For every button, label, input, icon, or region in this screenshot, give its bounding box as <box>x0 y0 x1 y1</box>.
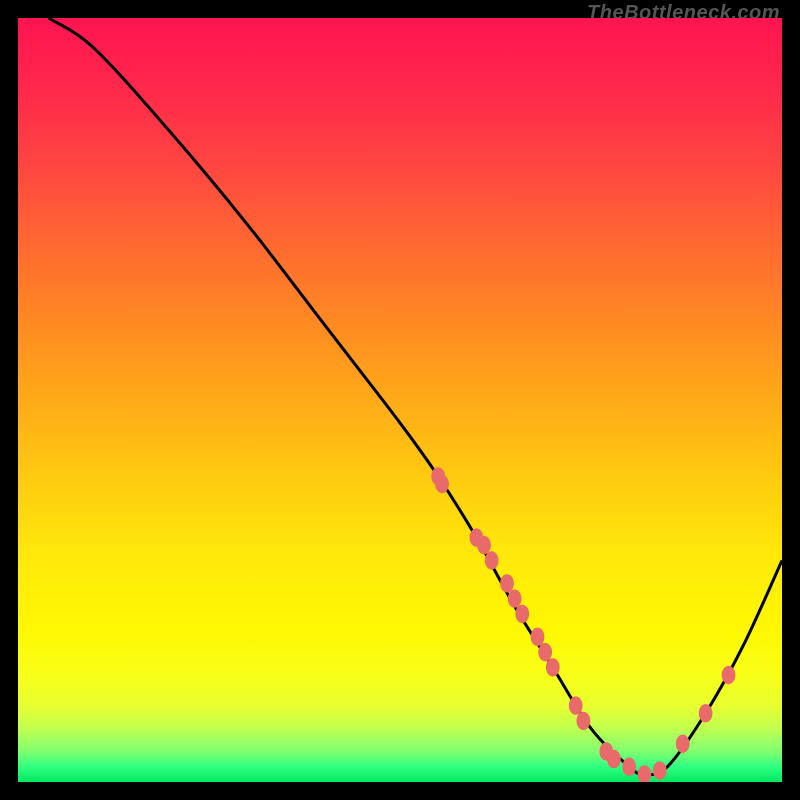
marker-dot <box>435 475 449 493</box>
chart-area <box>18 18 782 782</box>
marker-dot <box>515 605 529 623</box>
marker-dot <box>676 735 690 753</box>
marker-dot <box>653 761 667 779</box>
marker-dot <box>485 551 499 569</box>
marker-dot <box>508 589 522 607</box>
bottleneck-curve <box>49 18 782 775</box>
chart-svg <box>18 18 782 782</box>
marker-dot <box>531 628 545 646</box>
marker-dot <box>500 574 514 592</box>
marker-dot <box>569 696 583 714</box>
marker-dot <box>546 658 560 676</box>
marker-group <box>431 467 735 782</box>
marker-dot <box>607 750 621 768</box>
marker-dot <box>622 758 636 776</box>
marker-dot <box>538 643 552 661</box>
marker-dot <box>477 536 491 554</box>
marker-dot <box>699 704 713 722</box>
marker-dot <box>722 666 736 684</box>
marker-dot <box>576 712 590 730</box>
marker-dot <box>638 765 652 782</box>
